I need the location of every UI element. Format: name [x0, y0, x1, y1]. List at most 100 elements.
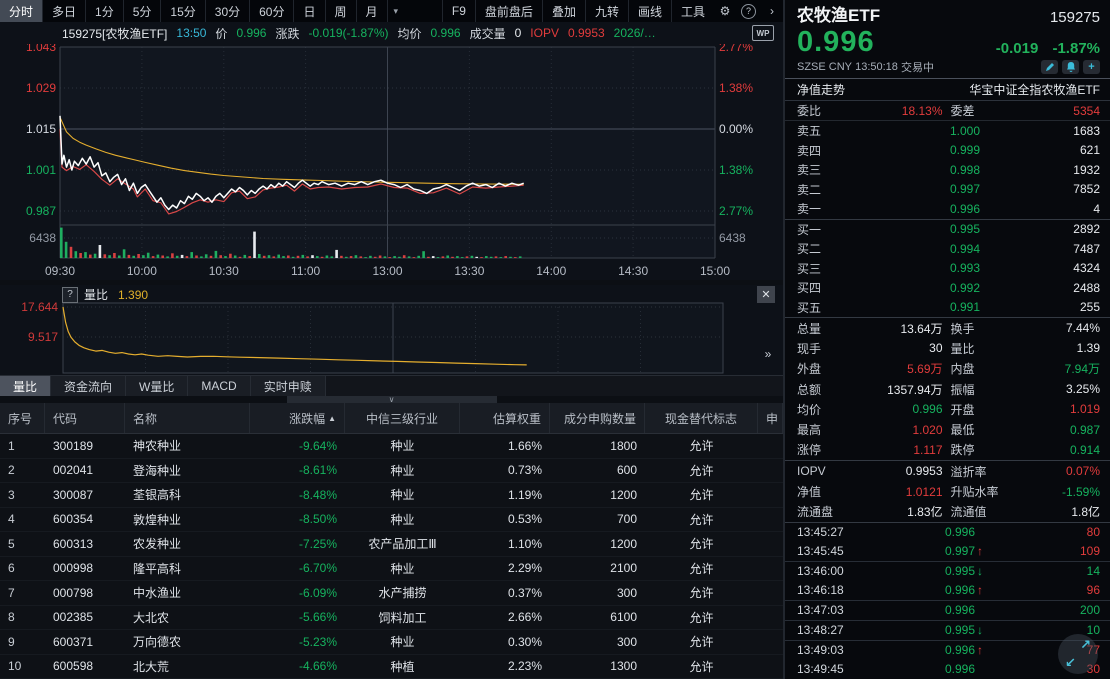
- level-price: 0.992: [843, 281, 980, 295]
- chevron-right-icon[interactable]: ›: [761, 0, 783, 22]
- toolbar-item-盘前盘后[interactable]: 盘前盘后: [475, 0, 542, 22]
- stat-row: 均价0.996开盘1.019: [785, 399, 1110, 419]
- table-body: 1300189神农种业-9.64%种业1.66%1800允许2002041登海种…: [0, 434, 783, 679]
- svg-text:0.987: 0.987: [26, 204, 56, 218]
- cell-change: -6.70%: [250, 561, 345, 575]
- level-qty: 255: [980, 300, 1100, 314]
- col-header-3[interactable]: 名称: [125, 403, 250, 433]
- cell-code: 300189: [45, 439, 125, 453]
- level-qty: 4324: [980, 261, 1100, 275]
- add-icon[interactable]: +: [1083, 60, 1100, 74]
- cell-code: 600598: [45, 659, 125, 673]
- svg-text:13:00: 13:00: [372, 264, 402, 278]
- col-header-1[interactable]: 序号: [0, 403, 45, 433]
- wp-widget-icon[interactable]: WP: [752, 25, 774, 41]
- stat-row: 外盘5.69万内盘7.94万: [785, 359, 1110, 379]
- toolbar-item-工具[interactable]: 工具: [671, 0, 714, 22]
- cell-cashflag: 允许: [645, 486, 758, 503]
- cell-seq: 10: [0, 659, 45, 673]
- weibi-label: 委比: [797, 102, 843, 119]
- cell-industry: 农产品加工Ⅲ: [345, 535, 460, 552]
- stat-label: 内盘: [943, 360, 1001, 377]
- toolbar-item-画线[interactable]: 画线: [628, 0, 671, 22]
- chart-time: 13:50: [176, 26, 206, 40]
- tick-row: 13:45:450.997↑109: [785, 542, 1110, 561]
- indicator-help-icon[interactable]: ?: [62, 287, 78, 303]
- col-header-9[interactable]: 申: [758, 403, 783, 433]
- col-header-8[interactable]: 现金替代标志: [645, 403, 758, 433]
- intraday-chart[interactable]: 1.0431.0291.0151.0010.9872.77%1.38%0.00%…: [0, 44, 783, 283]
- period-tab-5分[interactable]: 5分: [124, 0, 162, 22]
- stat-value: 1.0121: [843, 485, 943, 499]
- fund-full-name: 华宝中证全指农牧渔ETF: [969, 81, 1100, 98]
- period-tab-1分[interactable]: 1分: [86, 0, 124, 22]
- volume-label: 成交量: [470, 25, 506, 42]
- table-row[interactable]: 9600371万向德农-5.23%种业0.30%300允许: [0, 630, 783, 655]
- table-row[interactable]: 2002041登海种业-8.61%种业0.73%600允许: [0, 459, 783, 484]
- period-tab-60分[interactable]: 60分: [250, 0, 294, 22]
- indicator-tab-量比[interactable]: 量比: [0, 376, 51, 396]
- expand-window-icon[interactable]: ↗ ↙: [1058, 634, 1098, 674]
- cell-qty: 1200: [550, 537, 645, 551]
- period-tab-月[interactable]: 月: [357, 0, 388, 22]
- indicator-tab-W量比[interactable]: W量比: [126, 376, 188, 396]
- nav-trend-label[interactable]: 净值走势: [797, 81, 845, 98]
- cell-weight: 0.30%: [460, 635, 550, 649]
- cell-name: 登海种业: [125, 462, 250, 479]
- level-label: 买五: [797, 299, 843, 316]
- level-label: 买四: [797, 279, 843, 296]
- exchange: SZSE: [797, 61, 826, 73]
- toolbar-item-叠加[interactable]: 叠加: [542, 0, 585, 22]
- col-header-2[interactable]: 代码: [45, 403, 125, 433]
- period-tab-30分[interactable]: 30分: [206, 0, 250, 22]
- stat-row: 总量13.64万换手7.44%: [785, 318, 1110, 338]
- indicator-tab-实时申赎[interactable]: 实时申赎: [251, 376, 326, 396]
- period-tab-日[interactable]: 日: [294, 0, 325, 22]
- tick-price: 0.995: [945, 564, 975, 578]
- col-header-4[interactable]: 涨跌幅▲: [250, 403, 345, 433]
- indicator-tab-MACD[interactable]: MACD: [188, 376, 250, 396]
- period-tab-多日[interactable]: 多日: [43, 0, 86, 22]
- indicator-name[interactable]: 量比: [84, 286, 108, 303]
- period-tab-周[interactable]: 周: [326, 0, 357, 22]
- table-row[interactable]: 5600313农发种业-7.25%农产品加工Ⅲ1.10%1200允许: [0, 532, 783, 557]
- collapse-panel-icon[interactable]: »: [761, 345, 775, 363]
- table-row[interactable]: 6000998隆平高科-6.70%种业2.29%2100允许: [0, 557, 783, 582]
- level-label: 买二: [797, 240, 843, 257]
- tick-price-wrap: 0.996: [869, 662, 990, 676]
- price-value: 0.996: [236, 26, 266, 40]
- chevron-down-icon[interactable]: ▾: [388, 0, 405, 22]
- col-header-6[interactable]: 估算权重: [460, 403, 550, 433]
- toolbar-item-九转[interactable]: 九转: [585, 0, 628, 22]
- period-tab-15分[interactable]: 15分: [161, 0, 205, 22]
- level-price: 0.995: [843, 222, 980, 236]
- tick-price: 0.996: [945, 583, 975, 597]
- cell-industry: 水产捕捞: [345, 584, 460, 601]
- gear-icon[interactable]: ⚙: [714, 0, 736, 22]
- collapse-handle-icon[interactable]: ∨: [287, 396, 497, 403]
- edit-icon[interactable]: [1041, 60, 1058, 74]
- table-row[interactable]: 4600354敦煌种业-8.50%种业0.53%700允许: [0, 508, 783, 533]
- close-icon[interactable]: ✕: [757, 286, 775, 303]
- table-row[interactable]: 10600598北大荒-4.66%种植2.23%1300允许: [0, 655, 783, 679]
- col-header-5[interactable]: 中信三级行业: [345, 403, 460, 433]
- cell-qty: 6100: [550, 610, 645, 624]
- table-row[interactable]: 8002385大北农-5.66%饲料加工2.66%6100允许: [0, 606, 783, 631]
- toolbar-item-F9[interactable]: F9: [442, 0, 475, 22]
- stat-value: 0.914: [1001, 443, 1101, 457]
- stat-label: 总量: [797, 320, 843, 337]
- help-icon[interactable]: ?: [741, 4, 756, 19]
- period-tab-分时[interactable]: 分时: [0, 0, 43, 22]
- intraday-chart-area: 159275[农牧渔ETF] 13:50 价 0.996 涨跌 -0.019(-…: [0, 22, 783, 280]
- cell-code: 000998: [45, 561, 125, 575]
- svg-text:2.77%: 2.77%: [719, 44, 753, 54]
- table-row[interactable]: 3300087荃银高科-8.48%种业1.19%1200允许: [0, 483, 783, 508]
- table-row[interactable]: 7000798中水渔业-6.09%水产捕捞0.37%300允许: [0, 581, 783, 606]
- cell-seq: 6: [0, 561, 45, 575]
- indicator-tab-资金流向[interactable]: 资金流向: [51, 376, 126, 396]
- alert-bell-icon[interactable]: [1062, 60, 1079, 74]
- stat-label: 升贴水率: [943, 483, 1001, 500]
- stat-label: 最低: [943, 421, 1001, 438]
- col-header-7[interactable]: 成分申购数量: [550, 403, 645, 433]
- table-row[interactable]: 1300189神农种业-9.64%种业1.66%1800允许: [0, 434, 783, 459]
